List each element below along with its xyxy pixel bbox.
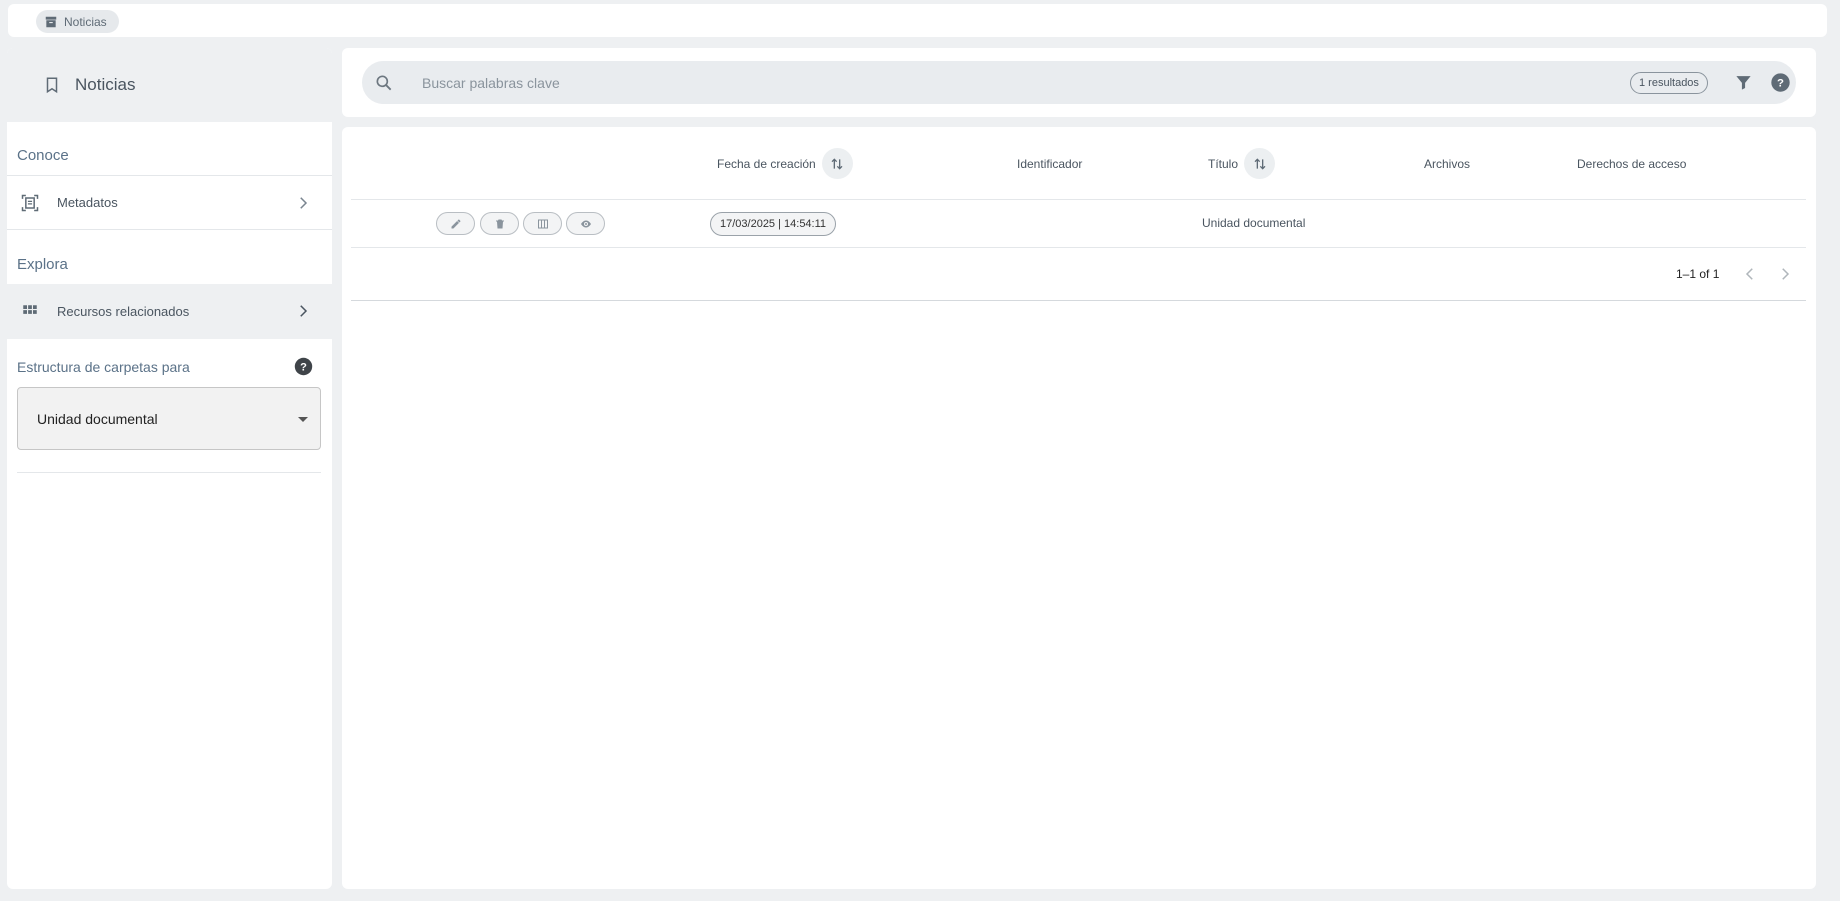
column-archivos: Archivos — [1424, 127, 1470, 200]
sidebar-item-label: Recursos relacionados — [57, 304, 190, 319]
sort-fecha-button[interactable] — [821, 148, 853, 179]
sort-icon — [1254, 157, 1265, 170]
chevron-right-icon — [300, 305, 308, 317]
table-header: Fecha de creación Identificador Título A… — [351, 127, 1806, 200]
eye-icon — [580, 220, 591, 227]
archive-icon — [45, 16, 57, 27]
column-header-label: Fecha de creación — [717, 156, 816, 171]
sidebar: Noticias Conoce Metadatos Explora Recurs… — [7, 48, 332, 889]
chevron-left-icon[interactable] — [1741, 265, 1759, 283]
divider — [17, 472, 321, 473]
search-panel: 1 resultados ? — [342, 48, 1816, 117]
top-bar: Noticias — [8, 4, 1827, 37]
metadata-icon — [19, 192, 41, 214]
results-count-badge: 1 resultados — [1630, 72, 1708, 94]
column-header-label: Derechos de acceso — [1577, 156, 1687, 171]
table-row[interactable]: 17/03/2025 | 14:54:11 Unidad documental — [351, 200, 1806, 248]
pagination-range: 1–1 of 1 — [1676, 267, 1720, 281]
column-fecha: Fecha de creación — [717, 127, 853, 200]
search-bar: 1 resultados ? — [362, 61, 1796, 104]
help-icon[interactable]: ? — [294, 357, 313, 376]
results-table: Fecha de creación Identificador Título A… — [342, 127, 1816, 889]
bookmark-icon — [46, 77, 58, 94]
folder-structure-select[interactable]: Unidad documental — [17, 387, 321, 450]
section-explora-title: Explora — [17, 256, 68, 273]
dropdown-caret-icon — [298, 417, 308, 422]
chevron-right-icon — [300, 197, 308, 209]
sidebar-item-recursos[interactable]: Recursos relacionados — [7, 284, 332, 339]
sidebar-item-metadatos[interactable]: Metadatos — [7, 175, 332, 230]
folder-structure-label: Estructura de carpetas para — [17, 359, 190, 375]
svg-text:?: ? — [1777, 77, 1784, 89]
grid-icon — [19, 301, 41, 323]
sidebar-title: Noticias — [75, 75, 136, 94]
column-header-label: Identificador — [1017, 156, 1083, 171]
search-input[interactable] — [422, 61, 1422, 104]
breadcrumb[interactable]: Noticias — [36, 10, 119, 33]
trash-icon — [495, 219, 504, 228]
row-title: Unidad documental — [1202, 216, 1306, 230]
pagination: 1–1 of 1 — [351, 248, 1806, 301]
column-derechos: Derechos de acceso — [1577, 127, 1686, 200]
column-header-label: Título — [1208, 156, 1239, 171]
columns-icon — [537, 219, 548, 228]
search-icon[interactable] — [374, 73, 394, 93]
filter-icon[interactable] — [1734, 73, 1753, 92]
column-titulo: Título — [1208, 127, 1276, 200]
creation-date-chip: 17/03/2025 | 14:54:11 — [710, 212, 837, 236]
pencil-icon — [451, 219, 460, 228]
section-conoce-title: Conoce — [17, 147, 69, 164]
column-identificador: Identificador — [1017, 127, 1082, 200]
svg-text:?: ? — [300, 361, 307, 373]
view-button[interactable] — [566, 212, 605, 235]
sidebar-header: Noticias — [7, 48, 332, 122]
sort-icon — [831, 157, 843, 170]
edit-button[interactable] — [436, 212, 475, 235]
sort-titulo-button[interactable] — [1244, 148, 1276, 179]
folder-structure-select-value: Unidad documental — [37, 410, 158, 427]
chevron-right-icon[interactable] — [1776, 265, 1794, 283]
sidebar-item-label: Metadatos — [57, 195, 118, 210]
breadcrumb-label: Noticias — [64, 14, 107, 29]
help-icon[interactable]: ? — [1770, 72, 1791, 93]
columns-button[interactable] — [523, 212, 562, 235]
delete-button[interactable] — [480, 212, 519, 235]
column-header-label: Archivos — [1424, 156, 1471, 171]
